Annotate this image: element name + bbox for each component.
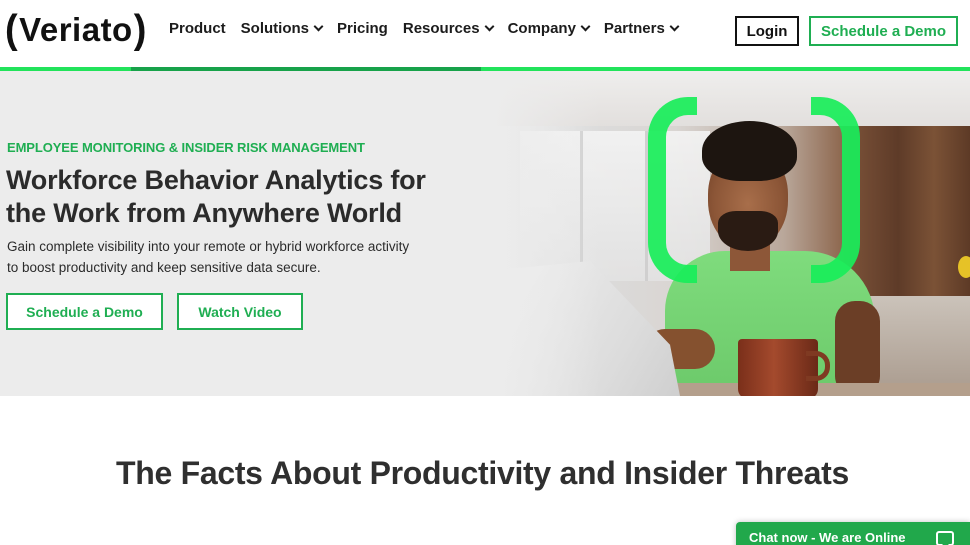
chevron-down-icon [669,21,680,32]
hero-headline: Workforce Behavior Analytics for the Wor… [6,164,486,230]
watch-video-button[interactable]: Watch Video [177,293,303,330]
schedule-demo-nav-button[interactable]: Schedule a Demo [809,16,958,46]
nav-item-label: Pricing [337,20,388,37]
chat-widget[interactable]: Chat now - We are Online [736,522,970,545]
subtext-line-1: Gain complete visibility into your remot… [7,239,410,254]
logo-left-bracket: ( [5,7,19,53]
headline-line-2: the Work from Anywhere World [6,198,402,228]
hero-eyebrow: EMPLOYEE MONITORING & INSIDER RISK MANAG… [7,140,365,155]
veriato-logo[interactable]: ( Veriato ) [5,10,147,50]
nav-item-label: Resources [402,20,480,37]
nav-item-company[interactable]: Company [507,20,591,37]
nav-item-label: Partners [603,20,665,37]
chat-label: Chat now - We are Online [749,529,906,545]
nav-item-label: Solutions [240,20,309,37]
nav-item-label: Company [507,20,576,37]
nav-item-label: Product [169,20,226,37]
wood-wall [850,126,970,306]
subtext-line-2: to boost productivity and keep sensitive… [7,260,321,275]
shelf [870,296,970,396]
chevron-down-icon [313,21,324,32]
green-right-bracket-icon [811,97,860,283]
schedule-demo-hero-button[interactable]: Schedule a Demo [6,293,163,330]
nav-item-partners[interactable]: Partners [603,20,680,37]
headline-line-1: Workforce Behavior Analytics for [6,165,426,195]
main-nav: Product Solutions Pricing Resources Comp… [169,20,693,37]
chevron-down-icon [484,21,495,32]
hero-subtext: Gain complete visibility into your remot… [7,236,477,278]
nav-item-resources[interactable]: Resources [402,20,495,37]
nav-item-product[interactable]: Product [169,20,226,37]
facts-section-title: The Facts About Productivity and Insider… [116,455,849,491]
green-left-bracket-icon [648,97,697,283]
hero-section: EMPLOYEE MONITORING & INSIDER RISK MANAG… [0,71,970,396]
hero-image [480,71,970,396]
nav-item-solutions[interactable]: Solutions [240,20,324,37]
chat-bubble-icon [936,531,954,545]
logo-right-bracket: ) [133,7,147,53]
logo-wordmark: Veriato [19,11,133,48]
navbar: ( Veriato ) Product Solutions Pricing Re… [0,0,970,67]
nav-item-pricing[interactable]: Pricing [337,20,388,37]
flower [958,256,970,278]
chevron-down-icon [580,21,591,32]
login-button[interactable]: Login [735,16,799,46]
